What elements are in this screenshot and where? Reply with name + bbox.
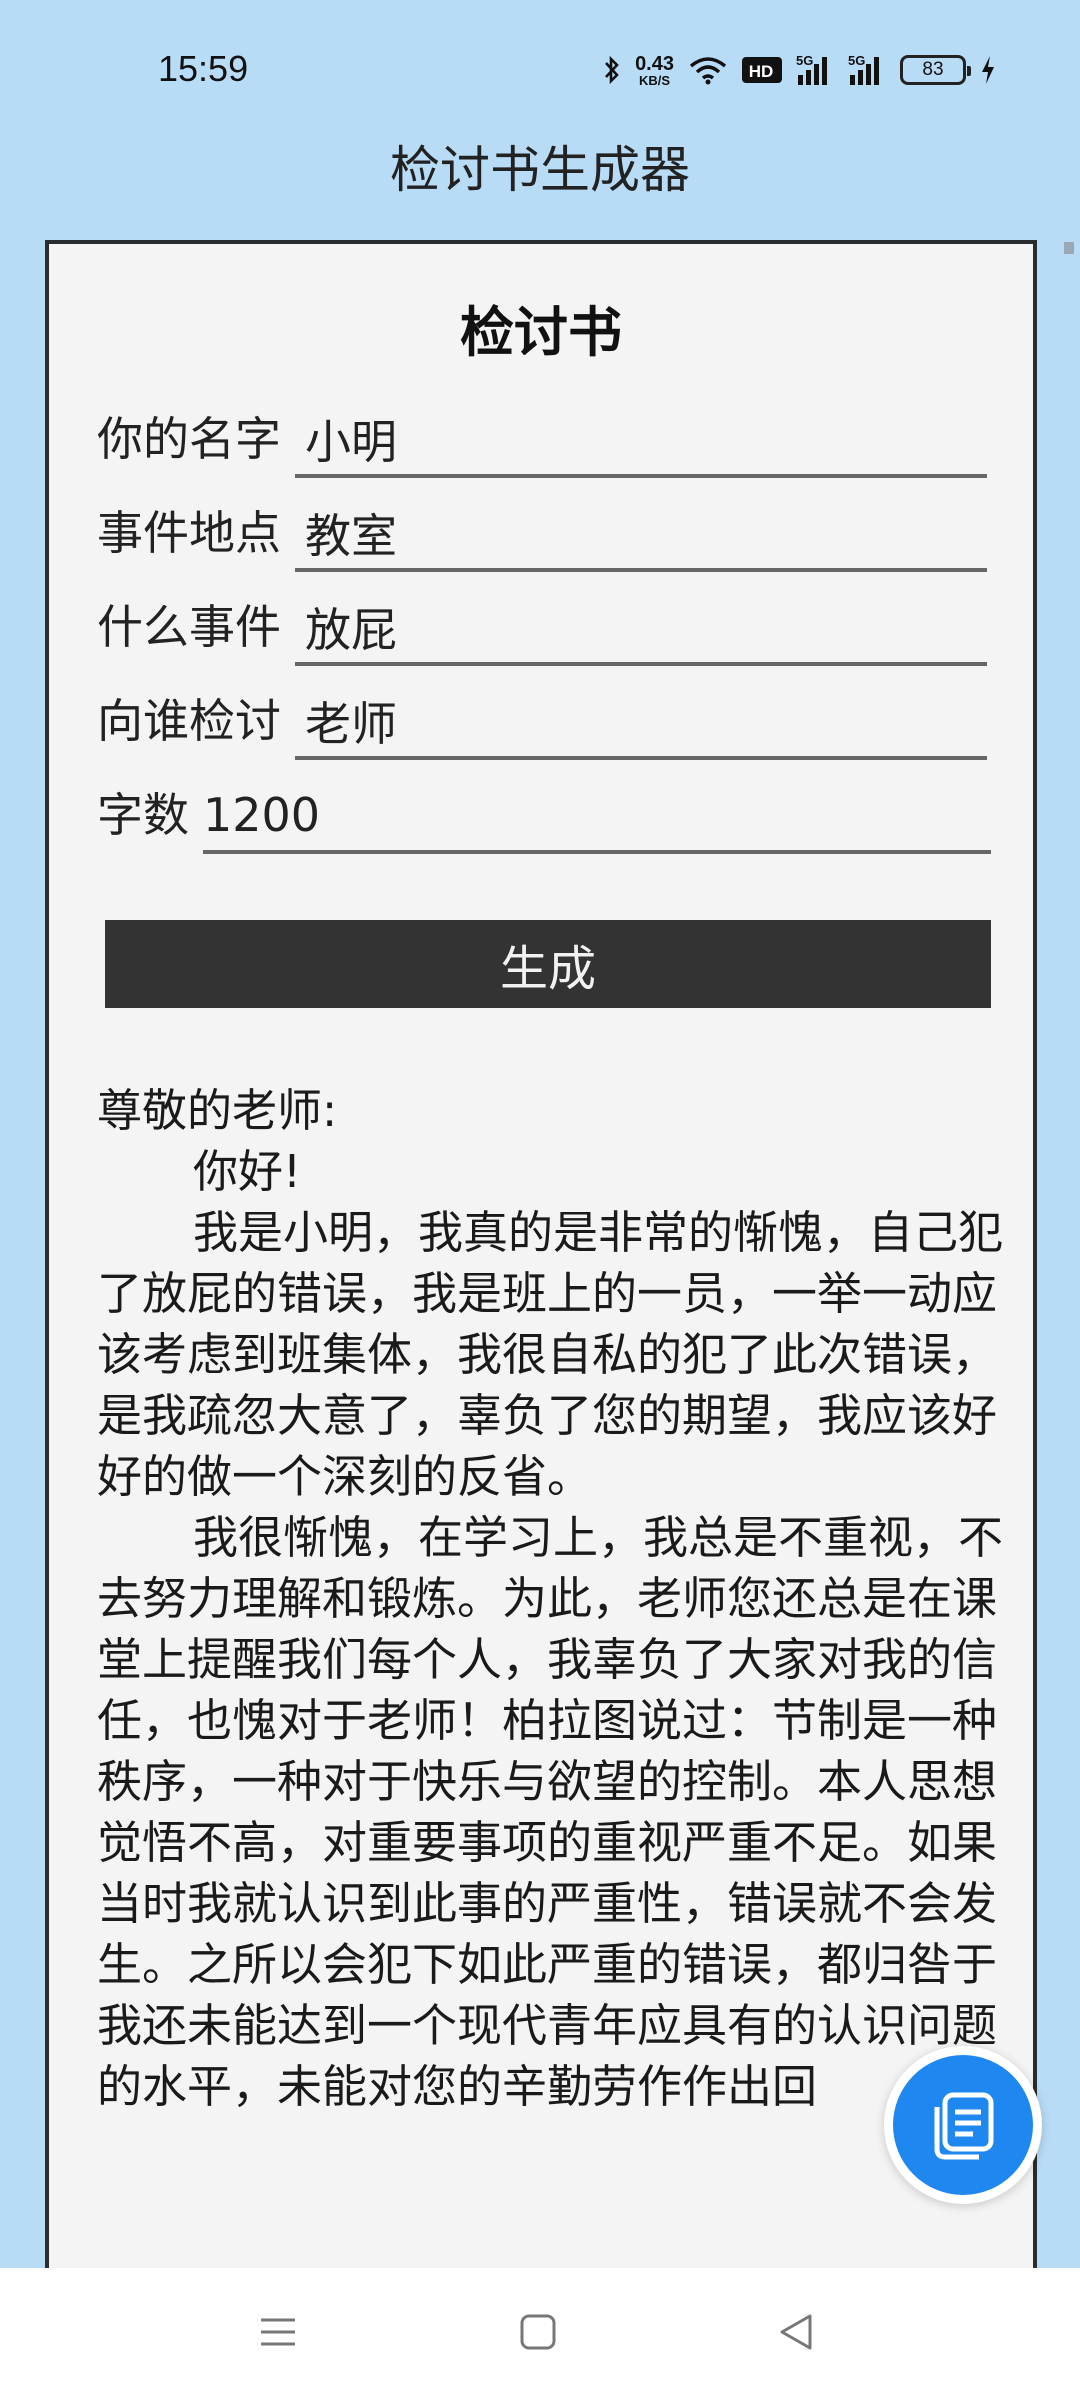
back-icon[interactable]: [776, 2312, 816, 2356]
name-label: 你的名字: [97, 412, 281, 466]
charging-icon: [980, 55, 996, 85]
app-title: 检讨书生成器: [390, 141, 690, 199]
letter-paragraph-2: 我很惭愧，在学习上，我总是不重视，不去努力理解和锻炼。为此，老师您还总是在课堂上…: [97, 1511, 1004, 2113]
signal-5g-icon-2: 5G: [848, 53, 886, 87]
location-input[interactable]: [295, 506, 987, 572]
name-field-row: 你的名字: [97, 408, 987, 478]
location-field-row: 事件地点: [97, 502, 987, 572]
form-card: 检讨书 你的名字 事件地点 什么事件 向谁检讨 字数 生成 尊敬的老师: 你好!…: [45, 240, 1037, 2270]
copy-fab-inner: [893, 2055, 1033, 2195]
copy-fab-button[interactable]: [884, 2046, 1042, 2204]
word-count-label: 字数: [97, 788, 189, 842]
letter-output: 尊敬的老师: 你好! 我是小明，我真的是非常的惭愧，自己犯了放屁的错误，我是班上…: [97, 1080, 1007, 2117]
svg-text:HD: HD: [749, 62, 774, 81]
home-icon[interactable]: [518, 2312, 558, 2356]
scroll-indicator: [1064, 242, 1074, 254]
location-label: 事件地点: [97, 506, 281, 560]
svg-text:5G: 5G: [796, 53, 813, 68]
event-field-row: 什么事件: [97, 596, 987, 666]
letter-salutation: 尊敬的老师:: [97, 1084, 338, 1137]
battery-indicator: 83: [900, 55, 971, 85]
bluetooth-icon: [603, 55, 621, 85]
wifi-icon: [688, 55, 728, 85]
event-input[interactable]: [295, 600, 987, 666]
status-time: 15:59: [158, 48, 249, 89]
signal-5g-icon-1: 5G: [796, 53, 834, 87]
menu-icon[interactable]: [258, 2312, 298, 2356]
recipient-input[interactable]: [295, 694, 987, 760]
form-title: 检讨书: [460, 301, 622, 364]
hd-badge: HD: [742, 56, 782, 84]
letter-greeting: 你好!: [193, 1145, 302, 1198]
word-count-input[interactable]: [203, 788, 991, 854]
recipient-field-row: 向谁检讨: [97, 690, 987, 760]
system-nav-bar: [0, 2268, 1080, 2400]
name-input[interactable]: [295, 412, 987, 478]
status-icons: 0.43 KB/S HD 5G 5G 83: [603, 50, 996, 90]
recipient-label: 向谁检讨: [97, 694, 281, 748]
event-label: 什么事件: [97, 600, 281, 654]
svg-text:5G: 5G: [848, 53, 865, 68]
copy-document-icon: [934, 2092, 994, 2160]
word-count-field-row: 字数: [97, 784, 991, 854]
letter-paragraph-1: 我是小明，我真的是非常的惭愧，自己犯了放屁的错误，我是班上的一员，一举一动应该考…: [97, 1206, 1004, 1503]
status-bar: 15:59 0.43 KB/S HD 5G 5G 83: [0, 0, 1080, 140]
net-speed: 0.43 KB/S: [635, 52, 674, 88]
generate-button[interactable]: 生成: [105, 920, 991, 1008]
